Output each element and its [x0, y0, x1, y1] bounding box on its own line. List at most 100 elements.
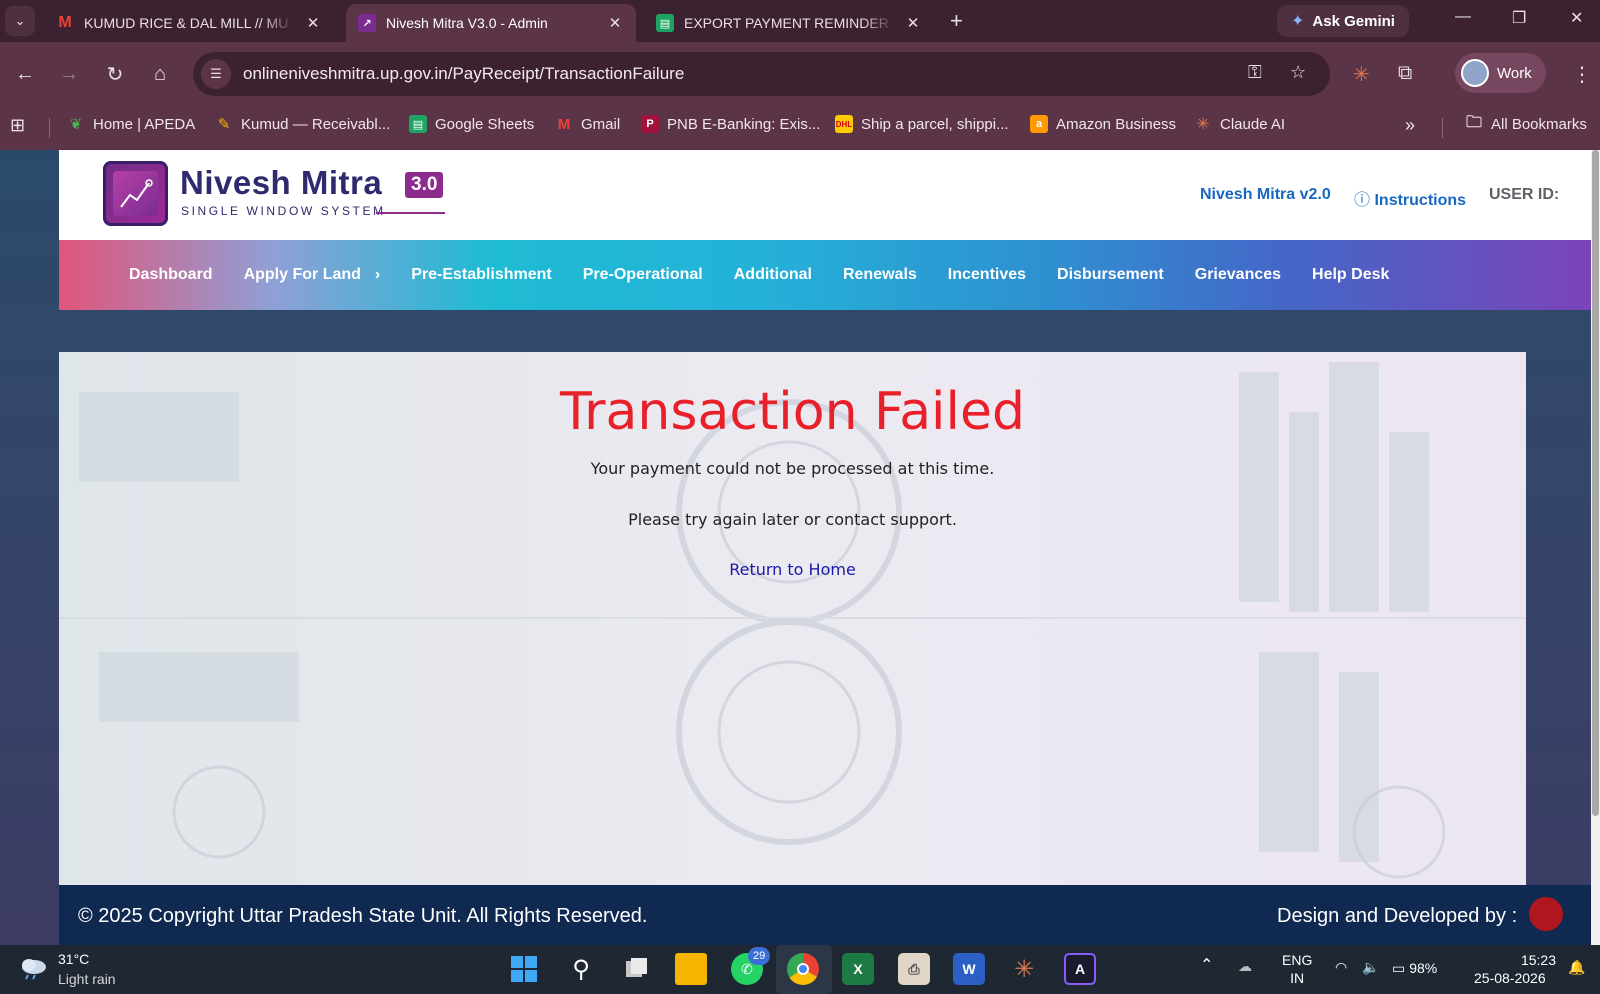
instructions-link[interactable]: ⓘ Instructions: [1354, 186, 1466, 210]
menu-apply-for-land[interactable]: Apply For Land ›: [244, 266, 381, 284]
menu-additional[interactable]: Additional: [734, 266, 812, 284]
gmail-icon: M: [557, 115, 571, 133]
developer-credit: Design and Developed by :: [1277, 905, 1518, 927]
bookmark-star-icon[interactable]: ☆: [1290, 62, 1306, 83]
more-bookmarks-icon[interactable]: »: [1405, 115, 1415, 136]
windows-start-icon[interactable]: [508, 953, 540, 985]
bookmark-apeda[interactable]: ❦ Home | APEDA: [67, 115, 196, 134]
bookmark-amazon-business[interactable]: a Amazon Business: [1030, 115, 1176, 133]
ask-gemini-button[interactable]: ✦ Ask Gemini: [1277, 5, 1409, 37]
cloud-off-icon[interactable]: ☁: [1238, 957, 1252, 975]
developer-logo[interactable]: [1529, 897, 1563, 931]
gmail-icon: M: [58, 14, 72, 31]
menu-pre-establishment[interactable]: Pre-Establishment: [411, 266, 551, 284]
bookmark-pnb[interactable]: P PNB E-Banking: Exis...: [641, 115, 820, 133]
tab-search-icon[interactable]: ⌄: [5, 6, 35, 36]
address-bar[interactable]: ☰ onlineniveshmitra.up.gov.in/PayReceipt…: [193, 52, 1330, 96]
apeda-icon: ❦: [69, 116, 83, 133]
menu-kebab-icon[interactable]: ⋮: [1572, 62, 1592, 87]
home-icon[interactable]: ⌂: [145, 59, 175, 89]
chevron-right-icon: ›: [374, 266, 381, 283]
transaction-failed-title: Transaction Failed: [560, 382, 1025, 442]
bookmark-kumud[interactable]: ✎ Kumud — Receivabl...: [215, 115, 391, 134]
menu-disbursement[interactable]: Disbursement: [1057, 266, 1164, 284]
apps-grid-icon[interactable]: ⊞: [10, 115, 25, 136]
return-home-link[interactable]: Return to Home: [59, 560, 1526, 579]
clock-date[interactable]: 25-08-2026: [1474, 969, 1546, 987]
menu-renewals[interactable]: Renewals: [843, 266, 917, 284]
close-icon[interactable]: ✕: [606, 14, 624, 32]
sheets-icon: ▤: [656, 14, 674, 32]
bookmarks-bar: ⊞ ❦ Home | APEDA ✎ Kumud — Receivabl... …: [0, 106, 1600, 144]
close-icon[interactable]: ✕: [904, 14, 922, 32]
tab-kumud-mail[interactable]: M KUMUD RICE & DAL MILL // MU ✕: [44, 4, 334, 42]
all-bookmarks-label: All Bookmarks: [1491, 115, 1587, 133]
chrome-icon[interactable]: [787, 953, 819, 985]
site-info-icon[interactable]: ☰: [201, 59, 231, 89]
bookmark-label: PNB E-Banking: Exis...: [667, 115, 821, 133]
menu-grievances[interactable]: Grievances: [1195, 266, 1281, 284]
menu-pre-operational[interactable]: Pre-Operational: [583, 266, 703, 284]
retry-hint: Please try again later or contact suppor…: [628, 510, 957, 529]
adobe-icon[interactable]: A: [1064, 953, 1096, 985]
weather-condition[interactable]: Light rain: [58, 971, 116, 987]
menu-incentives[interactable]: Incentives: [948, 266, 1026, 284]
close-window-icon[interactable]: ✕: [1570, 8, 1583, 28]
battery-indicator[interactable]: ▭ 98%: [1392, 959, 1437, 977]
claude-extension-icon[interactable]: ✳: [1353, 62, 1370, 87]
menu-dashboard[interactable]: Dashboard: [129, 266, 213, 284]
bookmark-dhl[interactable]: DHL Ship a parcel, shippi...: [835, 115, 1009, 133]
file-explorer-icon[interactable]: [675, 953, 707, 985]
web-page: Nivesh Mitra 3.0 SINGLE WINDOW SYSTEM Ni…: [0, 150, 1600, 945]
word-icon[interactable]: W: [953, 953, 985, 985]
claude-app-icon[interactable]: ✳: [1008, 953, 1040, 985]
bookmark-claude[interactable]: ✳ Claude AI: [1194, 115, 1285, 134]
scrollbar-thumb[interactable]: [1592, 150, 1599, 816]
minimize-icon[interactable]: —: [1455, 8, 1471, 26]
search-icon[interactable]: ⚲: [565, 953, 597, 985]
new-tab-icon[interactable]: +: [950, 8, 963, 34]
instructions-label: Instructions: [1374, 192, 1467, 209]
close-icon[interactable]: ✕: [304, 14, 322, 32]
divider: [49, 118, 50, 138]
logo-inner: [113, 171, 158, 216]
user-id-label: USER ID:: [1489, 186, 1560, 203]
avatar: [1461, 59, 1489, 87]
browser-toolbar: ← → ↻ ⌂ ☰ onlineniveshmitra.up.gov.in/Pa…: [0, 42, 1600, 150]
language-indicator[interactable]: ENG IN: [1282, 951, 1312, 987]
bookmark-google-sheets[interactable]: ▤ Google Sheets: [409, 115, 534, 133]
clock[interactable]: 15:23: [1504, 951, 1556, 969]
logo-version-badge: 3.0: [405, 172, 444, 198]
main-menu: Dashboard Apply For Land › Pre-Establish…: [59, 240, 1591, 310]
tab-title: Nivesh Mitra V3.0 - Admin: [386, 15, 548, 31]
notification-icon[interactable]: 🔔: [1568, 958, 1585, 976]
menu-help-desk[interactable]: Help Desk: [1312, 266, 1389, 284]
ask-gemini-label: Ask Gemini: [1312, 12, 1395, 30]
all-bookmarks[interactable]: 🗀 All Bookmarks: [1465, 114, 1587, 133]
reload-icon[interactable]: ↻: [100, 59, 130, 89]
excel-icon[interactable]: X: [842, 953, 874, 985]
extensions-icon[interactable]: ⧉: [1398, 62, 1412, 85]
nivesh-mitra-v2-link[interactable]: Nivesh Mitra v2.0: [1200, 186, 1331, 204]
weather-temperature[interactable]: 31°C: [58, 951, 89, 967]
back-icon[interactable]: ←: [10, 59, 40, 89]
task-view-icon[interactable]: [621, 953, 653, 985]
password-key-icon[interactable]: ⚿: [1248, 62, 1262, 83]
forward-icon[interactable]: →: [54, 59, 84, 89]
profile-button[interactable]: Work: [1455, 53, 1546, 93]
taskbar: 31°C Light rain ⚲ ✆ 29 X ⎙ W ✳ A ⌃ ☁ ENG…: [0, 945, 1600, 994]
tab-nivesh-mitra[interactable]: ↗ Nivesh Mitra V3.0 - Admin ✕: [346, 4, 636, 42]
url-text[interactable]: onlineniveshmitra.up.gov.in/PayReceipt/T…: [243, 64, 684, 84]
nivesh-mitra-logo[interactable]: [103, 161, 168, 226]
page-scrollbar[interactable]: [1591, 150, 1600, 945]
restore-icon[interactable]: ❐: [1512, 8, 1526, 28]
rain-cloud-icon[interactable]: [18, 956, 50, 980]
wifi-icon[interactable]: ◠: [1335, 958, 1347, 976]
tab-export-reminder[interactable]: ▤ EXPORT PAYMENT REMINDER - ✕: [644, 4, 934, 42]
battery-percent: 98%: [1409, 960, 1438, 976]
chevron-up-icon[interactable]: ⌃: [1200, 957, 1213, 975]
bookmark-gmail[interactable]: M Gmail: [555, 115, 620, 133]
battery-icon: ▭: [1392, 960, 1406, 976]
volume-icon[interactable]: 🔈: [1362, 958, 1379, 976]
printer-icon[interactable]: ⎙: [898, 953, 930, 985]
